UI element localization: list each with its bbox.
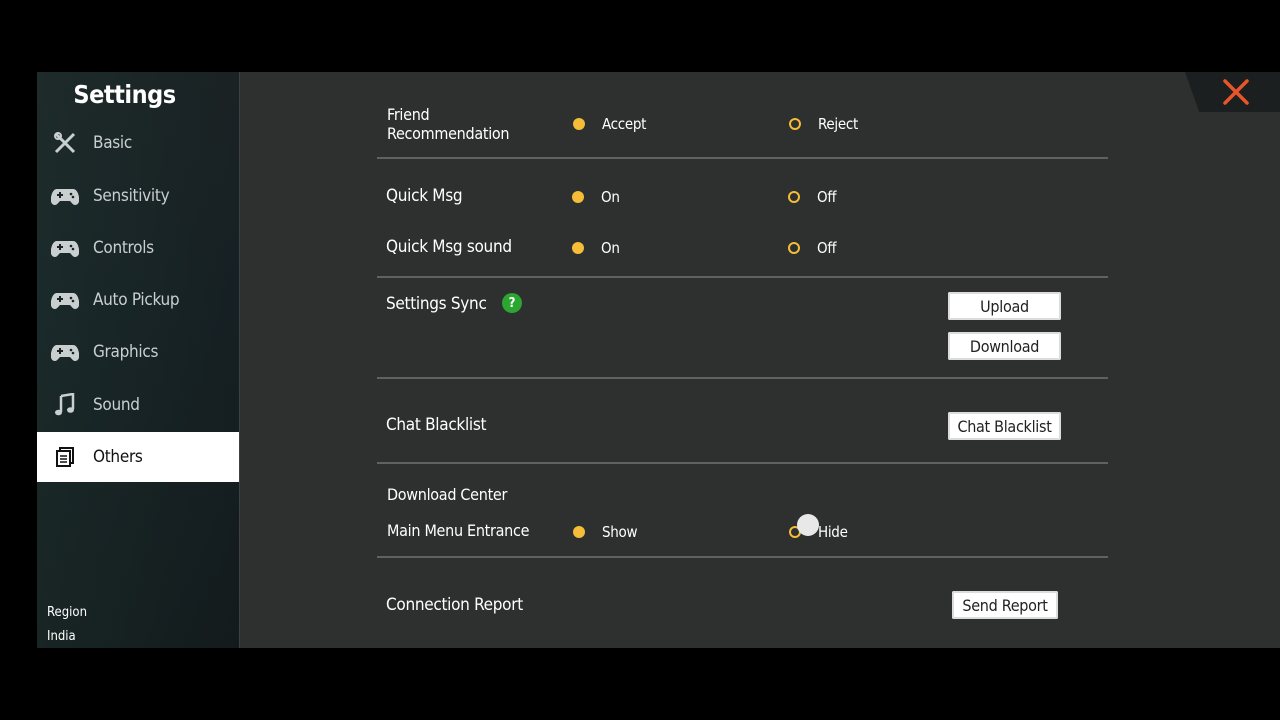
sidebar-item-sound[interactable]: Sound xyxy=(37,380,239,430)
gamepad-icon xyxy=(37,290,93,310)
off-label: Off xyxy=(817,239,837,257)
touch-indicator xyxy=(797,514,819,536)
settings-sidebar: Settings Basic Sensitivity Controls Auto… xyxy=(37,72,240,648)
quick-msg-off-radio[interactable]: Off xyxy=(788,188,837,206)
help-icon[interactable]: ? xyxy=(502,293,522,313)
radio-selected-icon xyxy=(573,118,585,130)
sidebar-item-label: Sound xyxy=(93,395,140,415)
settings-content: Friend Recommendation Accept Reject Quic… xyxy=(377,72,1108,648)
radio-unselected-icon xyxy=(788,191,800,203)
show-radio[interactable]: Show xyxy=(573,523,638,541)
sidebar-item-auto-pickup[interactable]: Auto Pickup xyxy=(37,275,239,325)
sidebar-item-controls[interactable]: Controls xyxy=(37,223,239,273)
upload-button[interactable]: Upload xyxy=(948,292,1061,320)
sidebar-item-others[interactable]: Others xyxy=(37,432,239,482)
main-menu-entrance-label: Main Menu Entrance xyxy=(387,521,530,540)
region-label: Region xyxy=(47,605,87,620)
show-label: Show xyxy=(602,523,638,541)
radio-selected-icon xyxy=(572,191,584,203)
sidebar-item-label: Others xyxy=(93,447,143,467)
on-label: On xyxy=(601,239,620,257)
reject-label: Reject xyxy=(818,115,858,133)
region-value: India xyxy=(47,629,76,644)
radio-selected-icon xyxy=(572,242,584,254)
label-line: Friend xyxy=(387,105,430,124)
quick-msg-sound-off-radio[interactable]: Off xyxy=(788,239,837,257)
tools-icon xyxy=(37,131,93,155)
divider xyxy=(377,377,1108,379)
sidebar-item-sensitivity[interactable]: Sensitivity xyxy=(37,171,239,221)
sidebar-item-label: Sensitivity xyxy=(93,186,170,206)
quick-msg-label: Quick Msg xyxy=(386,186,463,206)
music-note-icon xyxy=(37,393,93,417)
hide-label: Hide xyxy=(818,523,848,541)
settings-title: Settings xyxy=(73,80,176,109)
download-button[interactable]: Download xyxy=(948,332,1061,360)
sidebar-item-label: Controls xyxy=(93,238,154,258)
chat-blacklist-label: Chat Blacklist xyxy=(386,415,487,435)
region-info: Region India xyxy=(47,601,87,648)
label-line: Recommendation xyxy=(387,124,510,143)
quick-msg-on-radio[interactable]: On xyxy=(572,188,620,206)
sidebar-item-label: Auto Pickup xyxy=(93,290,180,310)
accept-label: Accept xyxy=(602,115,647,133)
on-label: On xyxy=(601,188,620,206)
reject-radio[interactable]: Reject xyxy=(789,115,858,133)
close-icon[interactable] xyxy=(1222,78,1250,106)
quick-msg-sound-on-radio[interactable]: On xyxy=(572,239,620,257)
sidebar-item-label: Graphics xyxy=(93,342,159,362)
radio-unselected-icon xyxy=(788,242,800,254)
document-icon xyxy=(37,447,93,467)
sidebar-item-graphics[interactable]: Graphics xyxy=(37,327,239,377)
divider xyxy=(377,462,1108,464)
accept-radio[interactable]: Accept xyxy=(573,115,646,133)
chat-blacklist-button[interactable]: Chat Blacklist xyxy=(948,412,1061,440)
download-center-label: Download Center xyxy=(387,485,508,504)
send-report-button[interactable]: Send Report xyxy=(952,591,1058,619)
radio-unselected-icon xyxy=(789,118,801,130)
divider xyxy=(377,157,1108,159)
gamepad-icon xyxy=(37,342,93,362)
gamepad-icon xyxy=(37,186,93,206)
connection-report-label: Connection Report xyxy=(386,595,523,615)
friend-recommendation-label: Friend Recommendation xyxy=(387,105,510,143)
sidebar-item-basic[interactable]: Basic xyxy=(37,118,239,168)
divider xyxy=(377,276,1108,278)
settings-sync-label: Settings Sync xyxy=(386,294,487,314)
gamepad-icon xyxy=(37,238,93,258)
off-label: Off xyxy=(817,188,837,206)
sidebar-item-label: Basic xyxy=(93,133,132,153)
divider xyxy=(377,556,1108,558)
settings-screen: Settings Basic Sensitivity Controls Auto… xyxy=(37,72,1280,648)
radio-selected-icon xyxy=(573,526,585,538)
quick-msg-sound-label: Quick Msg sound xyxy=(386,237,512,257)
